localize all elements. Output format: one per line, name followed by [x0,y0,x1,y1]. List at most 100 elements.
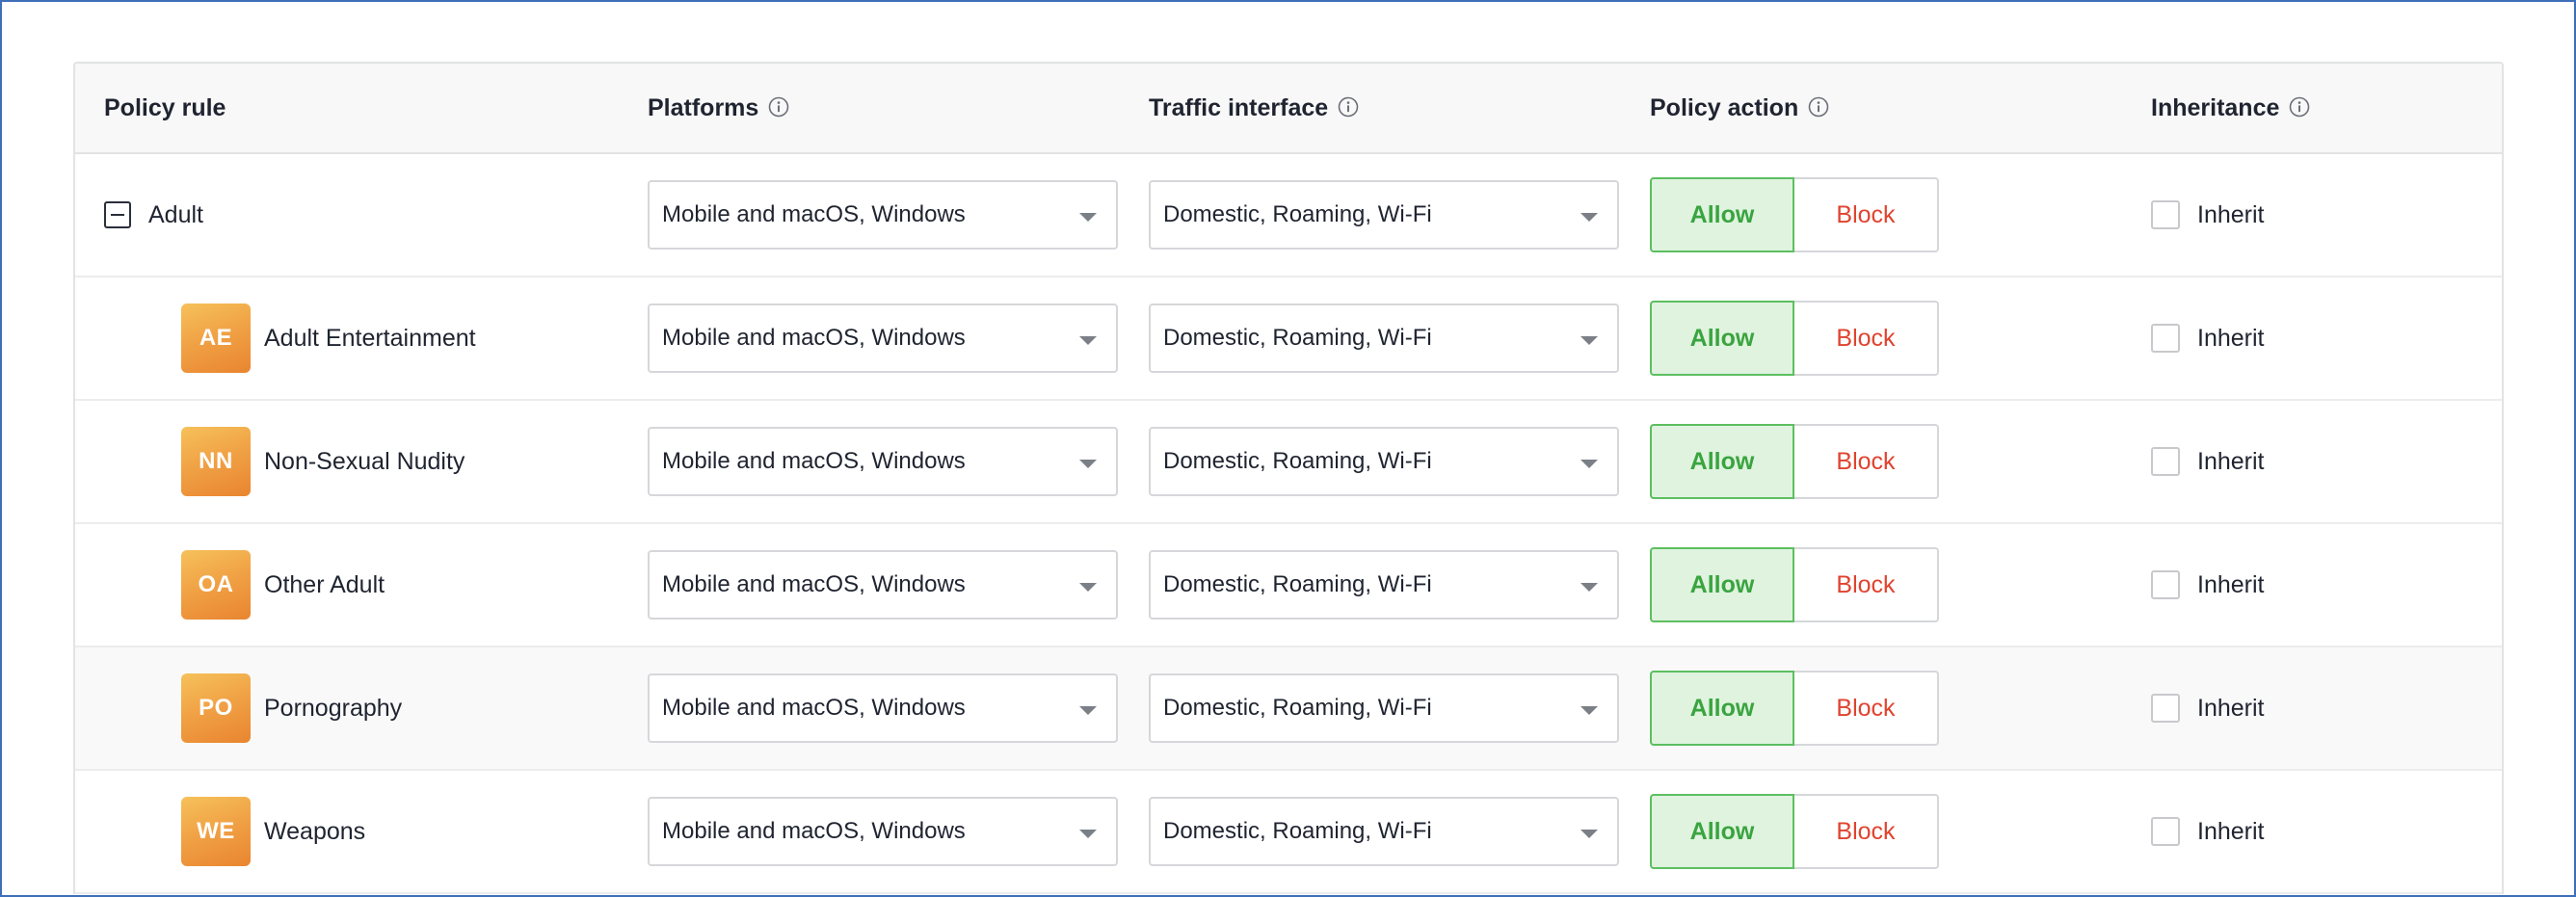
header-traffic-interface-label: Traffic interface [1149,93,1329,121]
traffic-interface-select[interactable]: Domestic, Roaming, Wi-Fi [1149,797,1619,866]
policy-action-toggle: Allow Block [1650,177,1939,252]
inherit-label: Inherit [2197,447,2265,475]
inherit-checkbox[interactable] [2151,200,2180,229]
policy-rule-cell: AE Adult Entertainment [104,277,476,399]
inheritance-cell: Inherit [2151,771,2264,892]
category-badge: AE [181,303,251,373]
minus-square-icon[interactable] [104,201,131,228]
inheritance-cell: Inherit [2151,524,2264,646]
policy-rule-cell: PO Pornography [104,647,402,769]
category-badge: WE [181,797,251,866]
header-policy-rule-label: Policy rule [104,93,226,121]
caret-down-icon [1580,336,1598,345]
caret-down-icon [1580,830,1598,838]
info-icon[interactable] [1338,96,1359,118]
allow-button[interactable]: Allow [1650,794,1794,869]
rule-label: Non-Sexual Nudity [264,447,465,475]
traffic-cell: Domestic, Roaming, Wi-Fi [1149,401,1619,522]
table-header: Policy rule Platforms Traffic interface … [75,64,2502,154]
inherit-checkbox[interactable] [2151,324,2180,353]
platforms-value: Mobile and macOS, Windows [662,818,966,844]
platforms-select[interactable]: Mobile and macOS, Windows [648,180,1118,250]
platforms-cell: Mobile and macOS, Windows [648,647,1118,769]
inheritance-cell: Inherit [2151,401,2264,522]
policy-action-cell: Allow Block [1650,154,1939,276]
allow-button[interactable]: Allow [1650,301,1794,376]
allow-button[interactable]: Allow [1650,671,1794,746]
caret-down-icon [1580,583,1598,592]
rule-label: Adult Entertainment [264,324,476,352]
platforms-value: Mobile and macOS, Windows [662,448,966,474]
caret-down-icon [1580,706,1598,715]
platforms-cell: Mobile and macOS, Windows [648,401,1118,522]
caret-down-icon [1580,213,1598,222]
header-platforms: Platforms [648,64,789,152]
info-icon[interactable] [1808,96,1829,118]
caret-down-icon [1079,336,1097,345]
traffic-value: Domestic, Roaming, Wi-Fi [1163,695,1432,721]
traffic-cell: Domestic, Roaming, Wi-Fi [1149,277,1619,399]
platforms-cell: Mobile and macOS, Windows [648,277,1118,399]
platforms-select[interactable]: Mobile and macOS, Windows [648,797,1118,866]
policy-action-cell: Allow Block [1650,277,1939,399]
inherit-checkbox[interactable] [2151,570,2180,599]
header-policy-action: Policy action [1650,64,1829,152]
traffic-interface-select[interactable]: Domestic, Roaming, Wi-Fi [1149,550,1619,620]
traffic-value: Domestic, Roaming, Wi-Fi [1163,201,1432,227]
traffic-value: Domestic, Roaming, Wi-Fi [1163,448,1432,474]
table-row: PO Pornography Mobile and macOS, Windows… [75,647,2502,771]
allow-button[interactable]: Allow [1650,177,1794,252]
platforms-select[interactable]: Mobile and macOS, Windows [648,427,1118,496]
header-policy-action-label: Policy action [1650,93,1799,121]
block-button[interactable]: Block [1794,301,1939,376]
traffic-cell: Domestic, Roaming, Wi-Fi [1149,154,1619,276]
policy-action-cell: Allow Block [1650,524,1939,646]
table-row-adult: Adult Mobile and macOS, Windows Domestic… [75,154,2502,277]
caret-down-icon [1580,460,1598,468]
platforms-select[interactable]: Mobile and macOS, Windows [648,303,1118,373]
block-button[interactable]: Block [1794,424,1939,499]
traffic-value: Domestic, Roaming, Wi-Fi [1163,571,1432,597]
header-inheritance: Inheritance [2151,64,2310,152]
traffic-interface-select[interactable]: Domestic, Roaming, Wi-Fi [1149,303,1619,373]
platforms-cell: Mobile and macOS, Windows [648,524,1118,646]
policy-action-toggle: Allow Block [1650,671,1939,746]
policy-action-cell: Allow Block [1650,401,1939,522]
info-icon[interactable] [2289,96,2310,118]
allow-button[interactable]: Allow [1650,547,1794,622]
inherit-checkbox[interactable] [2151,447,2180,476]
inheritance-cell: Inherit [2151,277,2264,399]
policy-action-toggle: Allow Block [1650,547,1939,622]
block-button[interactable]: Block [1794,671,1939,746]
caret-down-icon [1079,583,1097,592]
block-button[interactable]: Block [1794,547,1939,622]
inherit-label: Inherit [2197,324,2265,352]
traffic-cell: Domestic, Roaming, Wi-Fi [1149,771,1619,892]
header-platforms-label: Platforms [648,93,759,121]
rule-label: Adult [148,200,203,228]
header-policy-rule: Policy rule [104,64,226,152]
info-icon[interactable] [768,96,789,118]
rule-label: Pornography [264,694,403,722]
traffic-interface-select[interactable]: Domestic, Roaming, Wi-Fi [1149,180,1619,250]
block-button[interactable]: Block [1794,794,1939,869]
platforms-select[interactable]: Mobile and macOS, Windows [648,673,1118,743]
policy-rule-cell: Adult [104,154,203,276]
platforms-value: Mobile and macOS, Windows [662,695,966,721]
category-badge: PO [181,673,251,743]
traffic-interface-select[interactable]: Domestic, Roaming, Wi-Fi [1149,427,1619,496]
caret-down-icon [1079,706,1097,715]
allow-button[interactable]: Allow [1650,424,1794,499]
inherit-label: Inherit [2197,694,2265,722]
inherit-label: Inherit [2197,817,2265,845]
block-button[interactable]: Block [1794,177,1939,252]
traffic-value: Domestic, Roaming, Wi-Fi [1163,325,1432,351]
policy-action-toggle: Allow Block [1650,424,1939,499]
platforms-select[interactable]: Mobile and macOS, Windows [648,550,1118,620]
table-row: AE Adult Entertainment Mobile and macOS,… [75,277,2502,401]
inherit-checkbox[interactable] [2151,694,2180,723]
platforms-cell: Mobile and macOS, Windows [648,154,1118,276]
inherit-checkbox[interactable] [2151,817,2180,846]
header-traffic-interface: Traffic interface [1149,64,1359,152]
traffic-interface-select[interactable]: Domestic, Roaming, Wi-Fi [1149,673,1619,743]
